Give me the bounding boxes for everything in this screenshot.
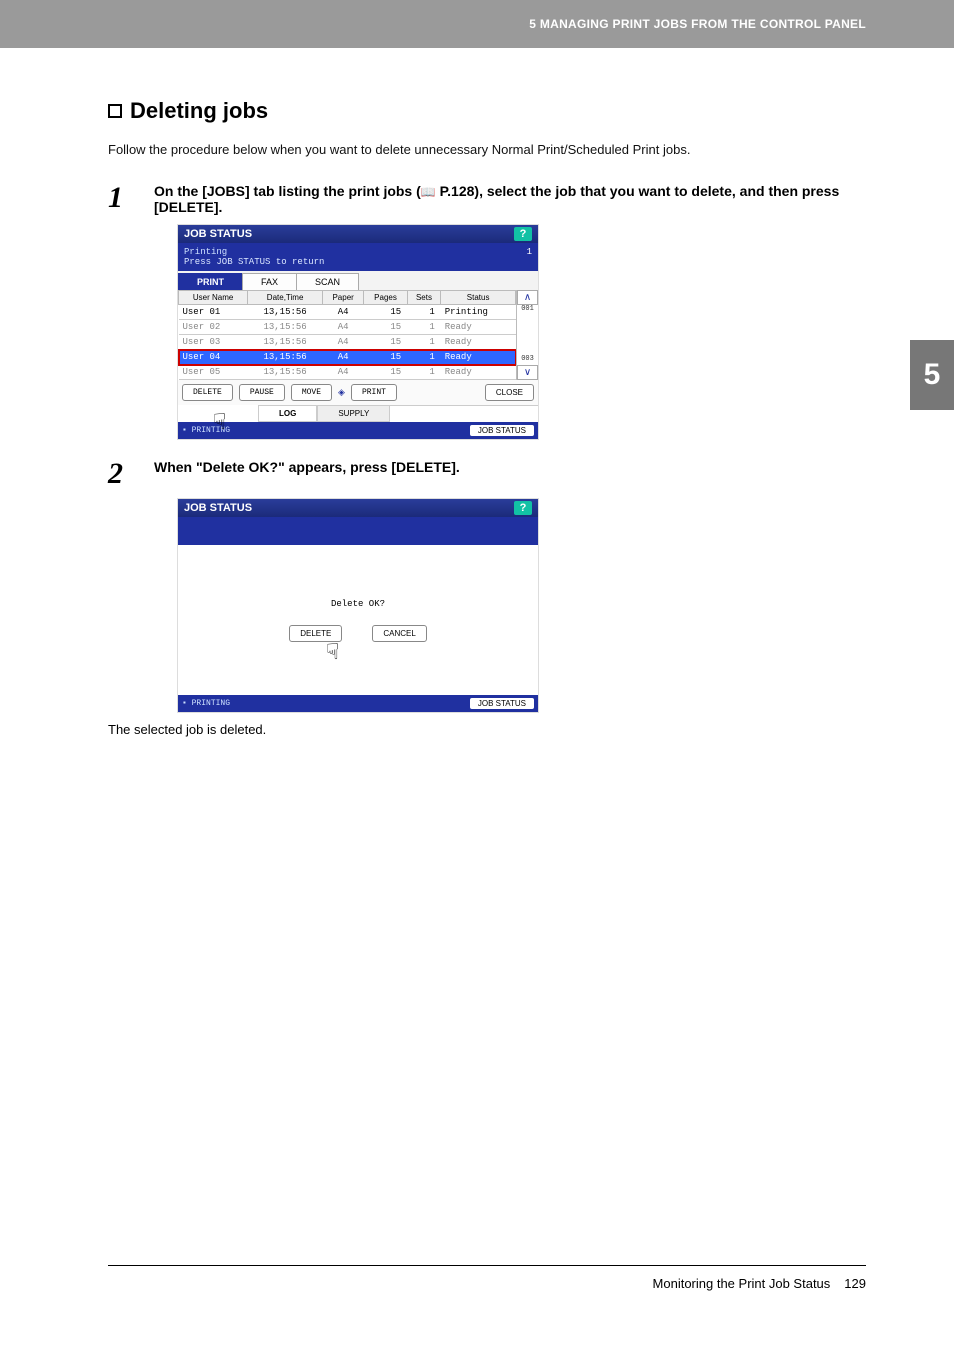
subtab-supply[interactable]: SUPPLY <box>317 406 390 422</box>
footer-page-number: 129 <box>844 1276 866 1291</box>
move-button[interactable]: MOVE <box>291 384 332 401</box>
help-icon[interactable]: ? <box>514 501 532 515</box>
col-user: User Name <box>179 291 248 305</box>
section-title: Deleting jobs <box>130 98 268 124</box>
step-number: 2 <box>108 459 136 489</box>
panel-status-line2: Press JOB STATUS to return <box>184 257 324 267</box>
subtab-log[interactable]: LOG <box>258 406 317 422</box>
scroll-index-top: 001 <box>517 305 538 315</box>
confirm-cancel-button[interactable]: CANCEL <box>372 625 426 642</box>
tab-print[interactable]: PRINT <box>178 273 243 290</box>
section-intro: Follow the procedure below when you want… <box>108 142 866 157</box>
scroll-down-button[interactable]: ∨ <box>517 365 538 380</box>
delete-button[interactable]: DELETE <box>182 384 233 401</box>
confirm-question: Delete OK? <box>331 599 385 609</box>
job-status-button[interactable]: JOB STATUS <box>470 698 534 709</box>
panel-page-number: 1 <box>527 247 532 267</box>
scroll-index-bottom: 003 <box>517 355 538 365</box>
table-row[interactable]: User 03 13,15:56 A4 15 1 Ready <box>179 335 516 350</box>
col-datetime: Date,Time <box>248 291 323 305</box>
table-row[interactable]: User 02 13,15:56 A4 15 1 Ready <box>179 320 516 335</box>
panel-title: JOB STATUS <box>184 228 252 240</box>
chevron-up-icon: ∧ <box>524 292 531 303</box>
job-status-panel: JOB STATUS ? Printing Press JOB STATUS t… <box>178 225 538 439</box>
col-sets: Sets <box>407 291 441 305</box>
job-status-button[interactable]: JOB STATUS <box>470 425 534 436</box>
footer-status: ▪ PRINTING <box>182 699 230 708</box>
diamond-icon: ◈ <box>338 387 345 398</box>
page-footer: Monitoring the Print Job Status 129 <box>108 1265 866 1291</box>
tab-fax[interactable]: FAX <box>242 273 297 290</box>
step-1-instruction: On the [JOBS] tab listing the print jobs… <box>154 183 866 215</box>
panel-status-line1: Printing <box>184 247 324 257</box>
book-icon: 📖 <box>421 185 436 199</box>
side-chapter-tab: 5 <box>910 340 954 410</box>
footer-section-label: Monitoring the Print Job Status <box>653 1276 831 1291</box>
section-heading: Deleting jobs <box>108 98 866 124</box>
col-status: Status <box>441 291 516 305</box>
scroll-up-button[interactable]: ∧ <box>517 290 538 305</box>
chapter-header: 5 MANAGING PRINT JOBS FROM THE CONTROL P… <box>0 0 954 48</box>
close-button[interactable]: CLOSE <box>485 384 534 401</box>
bullet-square-icon <box>108 104 122 118</box>
print-button[interactable]: PRINT <box>351 384 397 401</box>
table-row[interactable]: User 01 13,15:56 A4 15 1 Printing <box>179 305 516 320</box>
confirm-panel: JOB STATUS ? Delete OK? DELETE CANCEL ▪ … <box>178 499 538 712</box>
panel-title: JOB STATUS <box>184 502 252 514</box>
col-paper: Paper <box>322 291 363 305</box>
table-row[interactable]: User 05 13,15:56 A4 15 1 Ready <box>179 365 516 380</box>
step-number: 1 <box>108 183 136 215</box>
chevron-down-icon: ∨ <box>524 367 531 378</box>
col-pages: Pages <box>364 291 407 305</box>
job-table: User Name Date,Time Paper Pages Sets Sta… <box>178 290 516 380</box>
tab-scan[interactable]: SCAN <box>296 273 359 290</box>
step-2-instruction: When "Delete OK?" appears, press [DELETE… <box>154 459 866 489</box>
chapter-title: 5 MANAGING PRINT JOBS FROM THE CONTROL P… <box>529 17 866 31</box>
pointer-hand-icon: ☟ <box>213 409 226 435</box>
pause-button[interactable]: PAUSE <box>239 384 285 401</box>
help-icon[interactable]: ? <box>514 227 532 241</box>
step-2-result: The selected job is deleted. <box>108 722 866 737</box>
table-row-selected[interactable]: User 04 13,15:56 A4 15 1 Ready <box>179 350 516 365</box>
pointer-hand-icon: ☟ <box>326 639 339 665</box>
